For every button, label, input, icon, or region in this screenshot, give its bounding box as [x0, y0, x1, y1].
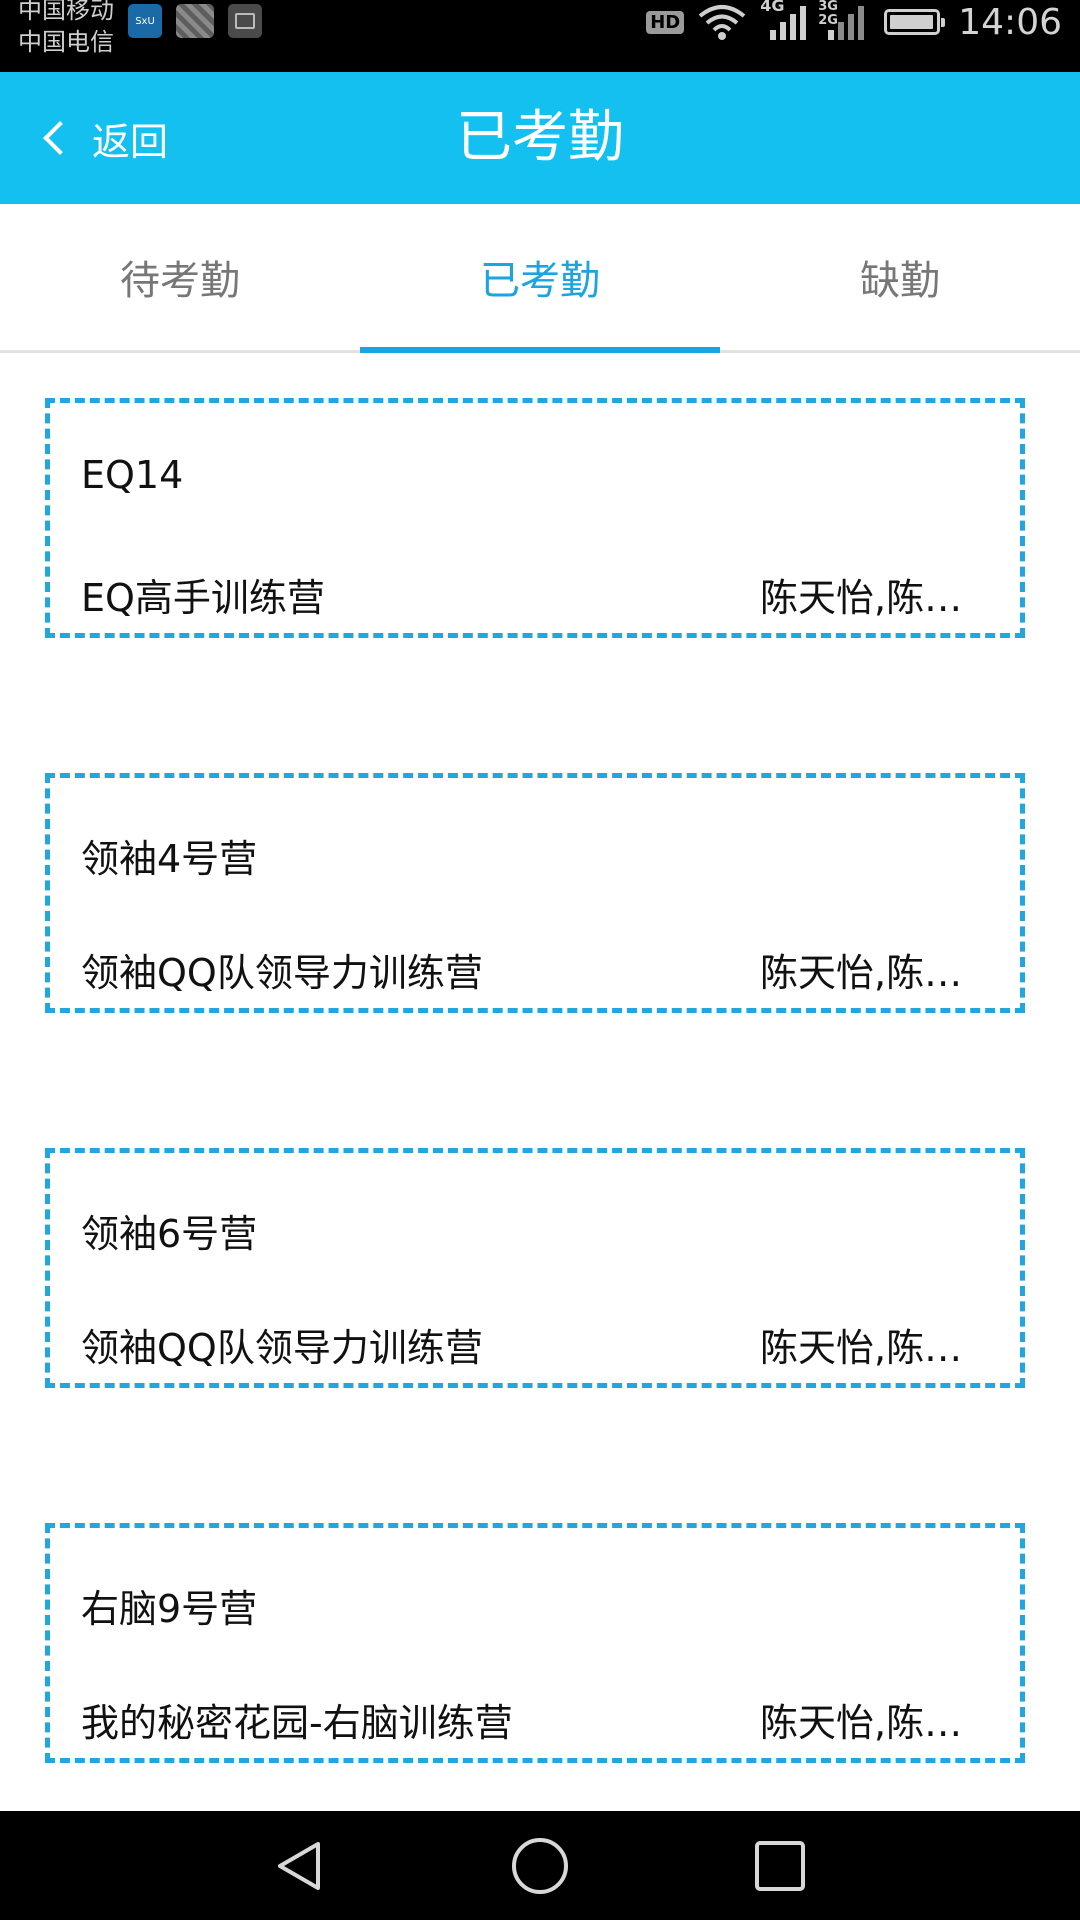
nav-back-icon [278, 1841, 320, 1890]
nav-recents-button[interactable] [720, 1811, 840, 1920]
camp-code: 右脑9号营 [81, 1587, 258, 1631]
app-header: 返回 已考勤 [0, 72, 1080, 204]
app-notification-badge: SxU [135, 15, 155, 27]
course-name: 领袖QQ队领导力训练营 [81, 951, 483, 995]
nav-home-button[interactable] [480, 1811, 600, 1920]
camp-code: 领袖6号营 [81, 1212, 258, 1256]
nav-home-icon [512, 1837, 568, 1894]
student-names: 陈天怡,陈天怡 [760, 951, 1000, 995]
list-item[interactable]: 右脑9号营 我的秘密花园-右脑训练营 陈天怡,陈天怡 [45, 1523, 1025, 1763]
tab-label: 已考勤 [480, 258, 600, 304]
hd-icon: HD [646, 10, 685, 34]
list-item[interactable]: 领袖4号营 领袖QQ队领导力训练营 陈天怡,陈天怡 [45, 773, 1025, 1013]
tab-attended[interactable]: 已考勤 [360, 204, 720, 353]
list-item[interactable]: EQ14 EQ高手训练营 陈天怡,陈天怡 [45, 398, 1025, 638]
app-notification-icon: SxU [128, 4, 162, 38]
student-names: 陈天怡,陈天怡 [760, 1326, 1000, 1370]
carrier-2: 中国电信 [18, 28, 114, 56]
student-names: 陈天怡,陈天怡 [760, 576, 1000, 620]
course-name: 我的秘密花园-右脑训练营 [81, 1701, 513, 1745]
tab-label: 缺勤 [860, 258, 940, 304]
attendance-list[interactable]: EQ14 EQ高手训练营 陈天怡,陈天怡 领袖4号营 领袖QQ队领导力训练营 陈… [0, 353, 1080, 1811]
course-name: 领袖QQ队领导力训练营 [81, 1326, 483, 1370]
gallery-notification-icon [228, 4, 262, 38]
wifi-icon [698, 5, 746, 40]
camp-code: 领袖4号营 [81, 837, 258, 881]
app-screen: 中国移动 中国电信 SxU HD 4G 3G 2G 14:06 返回 已考勤 待… [0, 0, 1080, 1920]
battery-icon [884, 9, 946, 35]
page-title: 已考勤 [456, 105, 624, 170]
nav-back-button[interactable] [240, 1811, 360, 1920]
tab-label: 待考勤 [120, 258, 240, 304]
carrier-info: 中国移动 中国电信 [18, 0, 114, 58]
student-names: 陈天怡,陈天怡 [760, 1701, 1000, 1745]
clock: 14:06 [958, 1, 1062, 43]
tab-absent[interactable]: 缺勤 [720, 204, 1080, 350]
list-item[interactable]: 领袖6号营 领袖QQ队领导力训练营 陈天怡,陈天怡 [45, 1148, 1025, 1388]
status-right: HD 4G 3G 2G 14:06 [646, 0, 1062, 44]
battery-fill [890, 15, 933, 29]
photo-notification-icon [176, 4, 214, 38]
status-bar: 中国移动 中国电信 SxU HD 4G 3G 2G 14:06 [0, 0, 1080, 72]
attendance-tabs: 待考勤 已考勤 缺勤 [0, 204, 1080, 353]
course-name: EQ高手训练营 [81, 576, 325, 620]
notification-icons: SxU [128, 4, 262, 38]
camp-code: EQ14 [81, 453, 184, 497]
system-nav-bar [0, 1811, 1080, 1920]
carrier-1: 中国移动 [18, 0, 114, 24]
signal-3g2g-icon: 3G 2G [818, 0, 865, 42]
tab-pending[interactable]: 待考勤 [0, 204, 360, 350]
nav-recents-icon [755, 1840, 805, 1891]
signal-4g-icon: 4G [760, 0, 807, 42]
